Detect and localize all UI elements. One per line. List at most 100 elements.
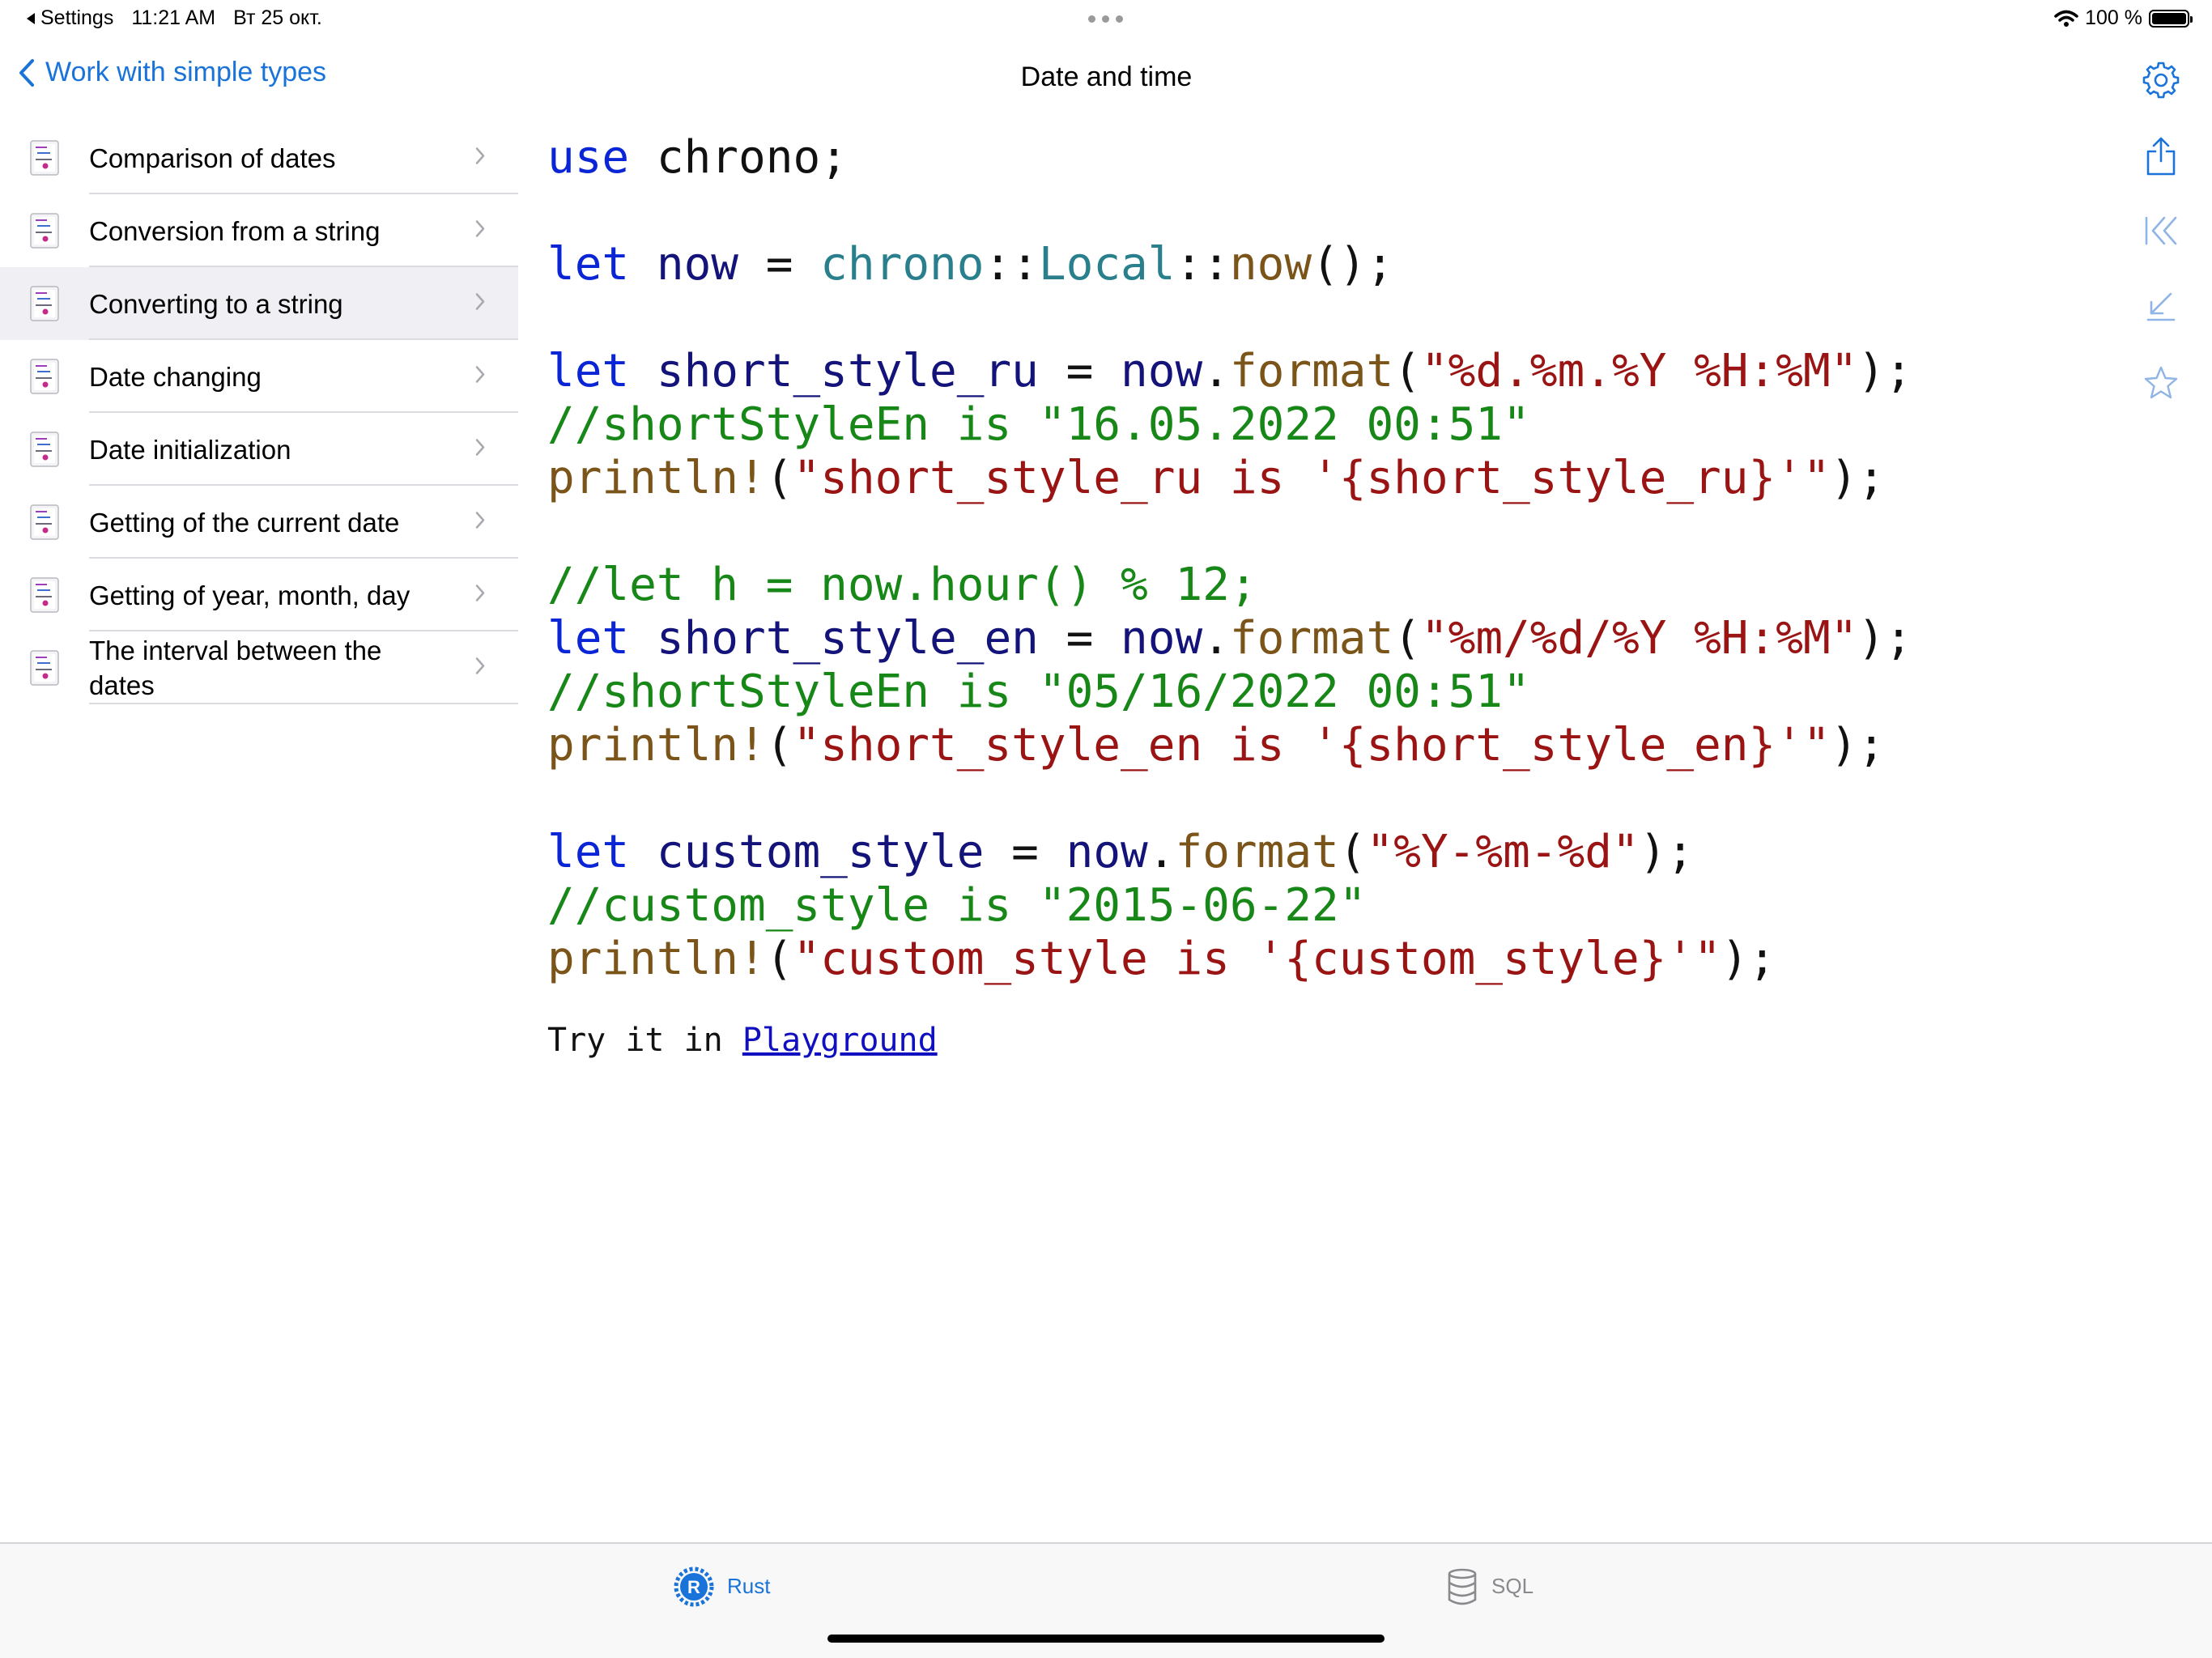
gear-icon	[2142, 62, 2180, 99]
sidebar-item[interactable]: Getting of the current date	[0, 486, 518, 559]
code-token: =	[984, 826, 1066, 878]
favorite-button[interactable]	[2133, 355, 2189, 411]
tab-sql[interactable]: SQL	[1446, 1544, 1534, 1629]
code-line: let short_style_ru = now.format("%d.%m.%…	[547, 345, 1912, 398]
playground-line: Try it in Playground	[547, 1022, 938, 1059]
code-line: println!("short_style_ru is '{short_styl…	[547, 452, 1912, 505]
sidebar-item[interactable]: Converting to a string	[0, 267, 518, 340]
code-token: now	[1229, 238, 1312, 291]
share-icon	[2146, 137, 2176, 176]
sidebar-item-label: Getting of the current date	[89, 507, 400, 538]
code-token: (	[1393, 612, 1421, 665]
code-token: (	[1338, 826, 1367, 878]
code-token: =	[738, 238, 821, 291]
sidebar-item[interactable]: Date initialization	[0, 413, 518, 486]
code-token: format	[1175, 826, 1339, 878]
code-token: println!	[547, 933, 766, 985]
jump-to-start-button[interactable]	[2133, 202, 2189, 259]
chevron-right-icon	[474, 219, 486, 243]
code-token: );	[1830, 719, 1886, 772]
code-token: );	[1857, 612, 1912, 665]
code-token: Local	[1038, 238, 1176, 291]
chevron-right-icon	[474, 365, 486, 389]
code-line: println!("short_style_en is '{short_styl…	[547, 719, 1912, 772]
code-file-icon	[29, 212, 62, 249]
back-button-label: Work with simple types	[45, 57, 327, 87]
code-file-icon	[29, 431, 62, 468]
star-icon	[2144, 366, 2178, 399]
chevron-right-icon	[474, 511, 486, 534]
row-divider	[89, 703, 518, 704]
collapse-button[interactable]	[2133, 278, 2189, 335]
code-token: ::	[1175, 238, 1230, 291]
sidebar-item-label: Conversion from a string	[89, 215, 381, 246]
playground-link[interactable]: Playground	[742, 1022, 938, 1059]
code-file-icon	[29, 358, 62, 395]
code-token: println!	[547, 719, 766, 772]
code-line: let custom_style = now.format("%Y-%m-%d"…	[547, 826, 1912, 879]
code-token: );	[1721, 933, 1776, 985]
code-token: //custom_style is "2015-06-22"	[547, 879, 1367, 932]
status-bar: Settings 11:21 AM Вт 25 окт. 100 %	[0, 0, 2212, 40]
tab-rust[interactable]: R Rust	[674, 1544, 770, 1629]
sidebar-item[interactable]: Comparison of dates	[0, 121, 518, 194]
rust-icon: R	[674, 1567, 714, 1606]
code-token: (	[765, 452, 793, 504]
code-token: now	[1121, 345, 1203, 397]
code-token: let	[547, 826, 630, 878]
sidebar-item-label: Getting of year, month, day	[89, 580, 410, 610]
sidebar-item-label: Date initialization	[89, 434, 291, 465]
chevron-right-icon	[474, 657, 486, 680]
code-token: chrono	[820, 238, 985, 291]
code-token: "custom_style is '{custom_style}'"	[793, 933, 1721, 985]
code-token: .	[1202, 612, 1230, 665]
multitasking-dots-icon[interactable]	[1088, 15, 1123, 23]
chevron-right-icon	[474, 147, 486, 170]
code-line: //shortStyleEn is "16.05.2022 00:51"	[547, 398, 1912, 452]
back-to-app[interactable]: Settings	[26, 6, 113, 30]
code-token: chrono;	[629, 131, 848, 184]
tab-rust-label: Rust	[727, 1574, 771, 1598]
code-token: short_style_en	[629, 612, 1039, 665]
code-token: let	[547, 612, 630, 665]
sidebar-item[interactable]: Date changing	[0, 340, 518, 413]
code-line: println!("custom_style is '{custom_style…	[547, 933, 1912, 986]
code-token: "%Y-%m-%d"	[1366, 826, 1640, 878]
back-button[interactable]: Work with simple types	[18, 57, 326, 88]
code-token: //shortStyleEn is "16.05.2022 00:51"	[547, 398, 1530, 451]
code-token: );	[1857, 345, 1912, 397]
code-token: ::	[984, 238, 1039, 291]
code-line: //shortStyleEn is "05/16/2022 00:51"	[547, 665, 1912, 719]
home-indicator[interactable]	[827, 1635, 1385, 1643]
chevron-right-icon	[474, 584, 486, 607]
battery-icon	[2149, 9, 2193, 28]
code-token: now	[1121, 612, 1203, 665]
code-token: let	[547, 345, 630, 397]
sidebar-item-label: The interval between the dates	[89, 636, 382, 700]
code-token: short_style_ru	[629, 345, 1039, 397]
status-time: 11:21 AM	[131, 6, 216, 29]
code-token: use	[547, 131, 630, 184]
playground-prefix: Try it in	[547, 1022, 742, 1059]
settings-button[interactable]	[2133, 52, 2189, 108]
code-token: "%m/%d/%Y %H:%M"	[1420, 612, 1858, 665]
code-file-icon	[29, 139, 62, 176]
tab-sql-label: SQL	[1491, 1574, 1534, 1598]
back-app-label: Settings	[40, 6, 114, 29]
sidebar-item[interactable]: The interval between the dates	[0, 631, 518, 704]
code-token: now	[629, 238, 739, 291]
code-line: //custom_style is "2015-06-22"	[547, 879, 1912, 933]
sidebar-item-label: Comparison of dates	[89, 142, 336, 173]
code-block: use chrono; let now = chrono::Local::now(…	[547, 131, 1912, 986]
code-token: (	[765, 933, 793, 985]
battery-percent: 100 %	[2085, 6, 2142, 29]
sidebar-item[interactable]: Conversion from a string	[0, 194, 518, 267]
chevron-right-icon	[474, 438, 486, 461]
code-token: custom_style	[629, 826, 985, 878]
code-file-icon	[29, 576, 62, 614]
share-button[interactable]	[2133, 128, 2189, 185]
sidebar-item[interactable]: Getting of year, month, day	[0, 559, 518, 631]
code-token: let	[547, 238, 630, 291]
